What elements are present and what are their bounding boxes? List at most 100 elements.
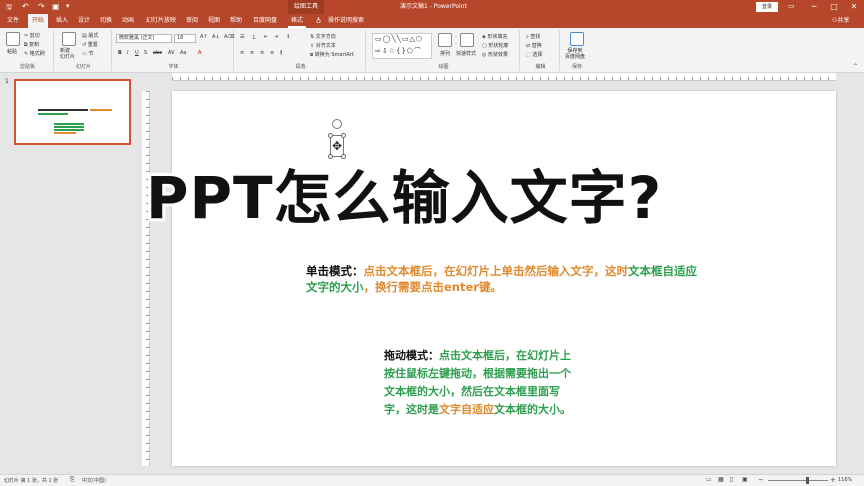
slides-group: 新建 幻灯片 ▤ 版式 ↺ 重置 ▭ 节 幻灯片: [56, 30, 112, 71]
quick-styles-icon[interactable]: [460, 33, 474, 47]
bullets-icon[interactable]: ☰: [240, 34, 244, 40]
slide-canvas[interactable]: ✥ PPT怎么输入文字? 单击模式：点击文本框后，在幻灯片上单击然后输入文字，这…: [143, 91, 836, 466]
change-case-icon[interactable]: Aa: [180, 50, 186, 56]
char-spacing-icon[interactable]: AV: [168, 50, 175, 56]
maximize-button[interactable]: □: [824, 0, 844, 14]
start-slideshow-icon[interactable]: ▣: [52, 2, 60, 11]
columns-icon[interactable]: ⫼: [280, 50, 282, 56]
format-painter-button[interactable]: ✎ 格式刷: [24, 50, 45, 57]
tab-insert[interactable]: 插入: [54, 14, 70, 28]
clipboard-group-label: 剪贴板: [19, 64, 35, 70]
rotate-handle[interactable]: [332, 119, 342, 129]
layout-button[interactable]: ▤ 版式: [82, 32, 98, 39]
numbering-icon[interactable]: ⒈: [252, 34, 257, 41]
format-painter-label: 格式刷: [29, 51, 45, 57]
login-button[interactable]: 登录: [756, 2, 778, 12]
zoom-in-icon[interactable]: +: [830, 476, 836, 484]
font-size-select[interactable]: 18: [174, 34, 196, 43]
font-color-icon[interactable]: A: [198, 50, 201, 56]
slide-sorter-icon[interactable]: ▦: [718, 476, 724, 483]
section-button[interactable]: ▭ 节: [82, 50, 93, 57]
close-button[interactable]: ✕: [844, 0, 864, 14]
arrange-button[interactable]: 排列: [440, 50, 450, 57]
paste-icon[interactable]: [6, 32, 20, 46]
quick-styles-button[interactable]: 快速样式: [456, 50, 476, 57]
save-icon[interactable]: 🖫: [6, 3, 12, 14]
new-slide-icon[interactable]: [62, 32, 76, 46]
grow-font-icon[interactable]: A↑: [200, 34, 208, 40]
shape-effects-button[interactable]: ◎ 形状效果: [482, 51, 508, 58]
arrange-icon[interactable]: [438, 33, 452, 47]
zoom-slider[interactable]: [768, 477, 828, 484]
slide-thumbnail[interactable]: [14, 79, 131, 145]
clear-format-icon[interactable]: A⌫: [224, 34, 235, 40]
zoom-slider-thumb[interactable]: [806, 477, 809, 484]
font-name-select[interactable]: 微软雅黑 (正文): [116, 34, 172, 43]
replace-button[interactable]: ⇄ 替换: [526, 42, 542, 49]
thumb-text-line: [54, 123, 84, 125]
slide-title: PPT怎么输入文字?: [143, 161, 664, 235]
align-text-button[interactable]: ⇳ 对齐文本: [310, 42, 336, 49]
tab-view[interactable]: 视图: [206, 14, 222, 28]
cut-label: 剪切: [29, 33, 40, 39]
tab-review[interactable]: 审阅: [184, 14, 200, 28]
tab-design[interactable]: 设计: [76, 14, 92, 28]
zoom-out-icon[interactable]: −: [758, 476, 764, 484]
align-right-icon[interactable]: ≡: [260, 50, 264, 56]
smartart-button[interactable]: ⧇ 转换为 SmartArt: [310, 51, 354, 58]
find-button[interactable]: ⌕ 查找: [526, 33, 540, 40]
ribbon-display-icon[interactable]: ▭: [788, 2, 795, 10]
tell-me-search[interactable]: 操作说明搜索: [328, 14, 364, 28]
language-indicator[interactable]: 中文(中国): [82, 477, 106, 484]
baidu-save-icon[interactable]: [570, 32, 584, 46]
justify-icon[interactable]: ≡: [270, 50, 274, 56]
line-spacing-icon[interactable]: ↕: [286, 34, 290, 40]
collapse-ribbon-icon[interactable]: ⌃: [853, 63, 858, 70]
slide-number: 1: [5, 78, 9, 85]
shadow-icon[interactable]: S: [144, 50, 147, 56]
thumb-text-line: [54, 132, 76, 134]
paste-button[interactable]: 粘贴: [7, 48, 17, 55]
tab-help[interactable]: 帮助: [228, 14, 244, 28]
underline-icon[interactable]: U: [135, 50, 139, 56]
select-button[interactable]: ⬚ 选择: [526, 51, 542, 58]
resize-handle[interactable]: [341, 133, 346, 138]
strikethrough-icon[interactable]: abc: [153, 50, 162, 56]
tab-format[interactable]: 格式: [288, 14, 306, 28]
align-left-icon[interactable]: ≡: [240, 50, 244, 56]
text-direction-button[interactable]: ⇅ 文字方向: [310, 33, 336, 40]
undo-icon[interactable]: ↶: [22, 2, 29, 11]
shape-fill-button[interactable]: ◈ 形状填充: [482, 33, 507, 40]
increase-indent-icon[interactable]: ⇥: [274, 34, 278, 40]
tab-home[interactable]: 开始: [28, 14, 48, 28]
resize-handle[interactable]: [328, 133, 333, 138]
cut-button[interactable]: ✂ 剪切: [24, 32, 40, 39]
reset-button[interactable]: ↺ 重置: [82, 41, 98, 48]
zoom-level[interactable]: 116%: [838, 477, 852, 483]
customize-toolbar-icon[interactable]: ▾: [66, 2, 70, 10]
italic-icon[interactable]: I: [127, 50, 128, 56]
text-direction-label: 文字方向: [315, 34, 336, 40]
tab-slideshow[interactable]: 幻灯片放映: [144, 14, 178, 28]
reading-view-icon[interactable]: ▯: [730, 476, 733, 483]
new-slide-button[interactable]: 新建 幻灯片: [60, 48, 75, 60]
tab-baidu[interactable]: 百度网盘: [250, 14, 280, 28]
shape-outline-button[interactable]: ▢ 形状轮廓: [482, 42, 508, 49]
tab-animations[interactable]: 动画: [120, 14, 136, 28]
redo-icon[interactable]: ↷: [38, 2, 45, 11]
save-baidu-button[interactable]: 保存到 百度网盘: [565, 48, 585, 60]
copy-button[interactable]: ⧉ 复制: [24, 41, 39, 48]
align-center-icon[interactable]: ≡: [250, 50, 254, 56]
decrease-indent-icon[interactable]: ⇤: [264, 34, 268, 40]
spellcheck-icon[interactable]: ⎘: [70, 476, 75, 484]
shrink-font-icon[interactable]: A↓: [212, 34, 220, 40]
tab-file[interactable]: 文件: [4, 14, 22, 28]
share-button[interactable]: ⚇共享: [832, 14, 849, 28]
shapes-gallery[interactable]: ▭◯╲╲▭△⬡ ⇨⇩☆{}⬠⌒: [372, 33, 432, 59]
save-group-label: 保存: [571, 64, 582, 70]
bold-icon[interactable]: B: [118, 50, 122, 56]
normal-view-icon[interactable]: ▭: [706, 476, 712, 483]
minimize-button[interactable]: ─: [804, 0, 824, 14]
tab-transitions[interactable]: 切换: [98, 14, 114, 28]
slideshow-view-icon[interactable]: ▣: [742, 476, 748, 483]
